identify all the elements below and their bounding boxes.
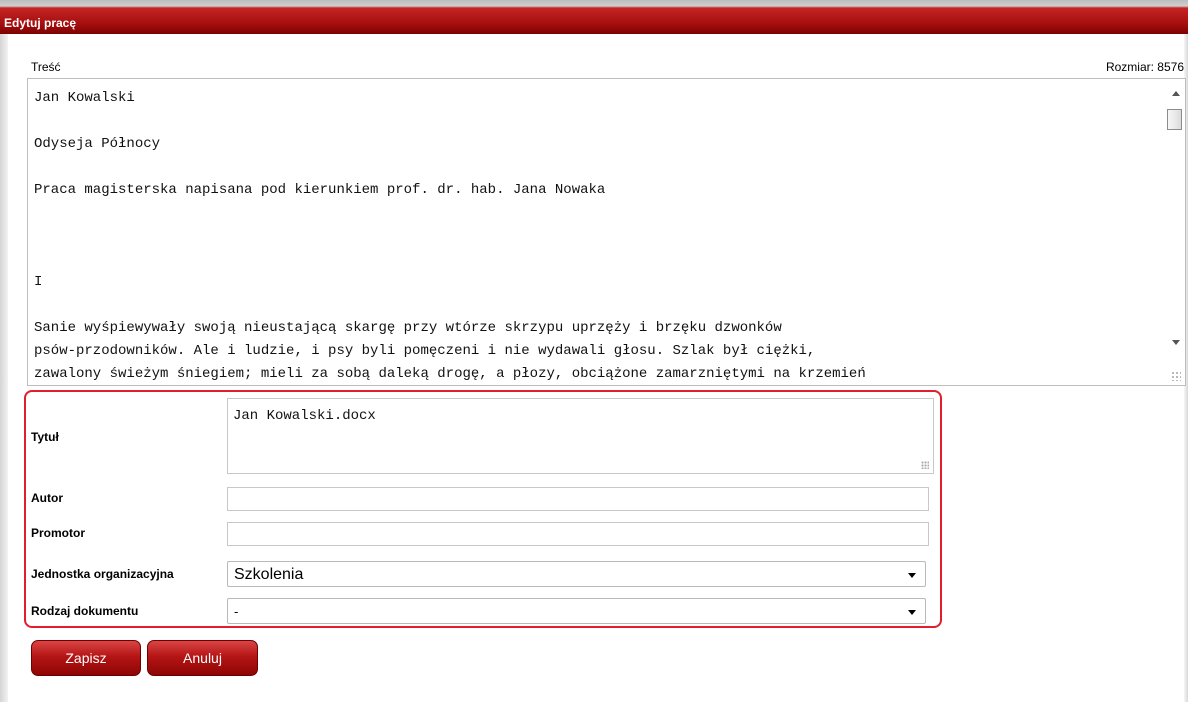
scroll-thumb[interactable] <box>1167 109 1182 130</box>
doc-type-select[interactable]: - <box>227 598 926 624</box>
content-line <box>34 156 1161 179</box>
title-value: Jan Kowalski.docx <box>233 408 376 424</box>
content-label: Treść <box>31 60 61 74</box>
promoter-label: Promotor <box>31 526 85 540</box>
content-line <box>34 225 1161 248</box>
resize-grip-icon[interactable] <box>1171 371 1181 381</box>
title-label: Tytuł <box>31 430 59 444</box>
content-line: Jan Kowalski <box>34 90 135 106</box>
content-line: Praca magisterska napisana pod kierunkie… <box>34 182 606 198</box>
content-text: Jan Kowalski Odyseja Północy Praca magis… <box>34 87 1161 385</box>
dialog-titlebar: Edytuj pracę <box>0 0 1188 34</box>
org-unit-label: Jednostka organizacyjna <box>31 567 174 581</box>
content-scrollbar[interactable] <box>1163 79 1185 385</box>
content-line: I <box>34 274 43 290</box>
promoter-input[interactable] <box>227 522 929 546</box>
dialog-title: Edytuj pracę <box>4 16 77 30</box>
doc-type-label: Rodzaj dokumentu <box>31 604 139 618</box>
save-button[interactable]: Zapisz <box>31 640 141 676</box>
content-line <box>34 248 1161 271</box>
window-left-edge <box>0 0 8 702</box>
content-line: Sanie wyśpiewywały swoją nieustającą ska… <box>34 320 782 336</box>
cancel-button[interactable]: Anuluj <box>147 640 258 676</box>
content-line: psów-przodowników. Ale i ludzie, i psy b… <box>34 343 816 359</box>
content-line <box>34 294 1161 317</box>
chevron-down-icon <box>908 610 916 615</box>
content-line <box>34 202 1161 225</box>
org-unit-value: Szkolenia <box>234 566 304 583</box>
title-textarea[interactable]: Jan Kowalski.docx <box>227 398 934 474</box>
author-input[interactable] <box>227 487 929 511</box>
author-label: Autor <box>31 491 63 505</box>
content-textarea[interactable]: Jan Kowalski Odyseja Północy Praca magis… <box>27 78 1186 386</box>
content-line: Odyseja Północy <box>34 136 161 152</box>
content-size-label: Rozmiar: 8576 <box>1105 60 1184 74</box>
content-line: zawalony świeżym śniegiem; mieli za sobą… <box>34 366 866 382</box>
scroll-up-arrow-icon[interactable] <box>1172 91 1180 96</box>
scroll-down-arrow-icon[interactable] <box>1172 340 1180 345</box>
doc-type-value: - <box>234 604 239 619</box>
content-line <box>34 110 1161 133</box>
org-unit-select[interactable]: Szkolenia <box>227 561 926 587</box>
chevron-down-icon <box>908 573 916 578</box>
resize-grip-icon[interactable] <box>921 461 929 469</box>
